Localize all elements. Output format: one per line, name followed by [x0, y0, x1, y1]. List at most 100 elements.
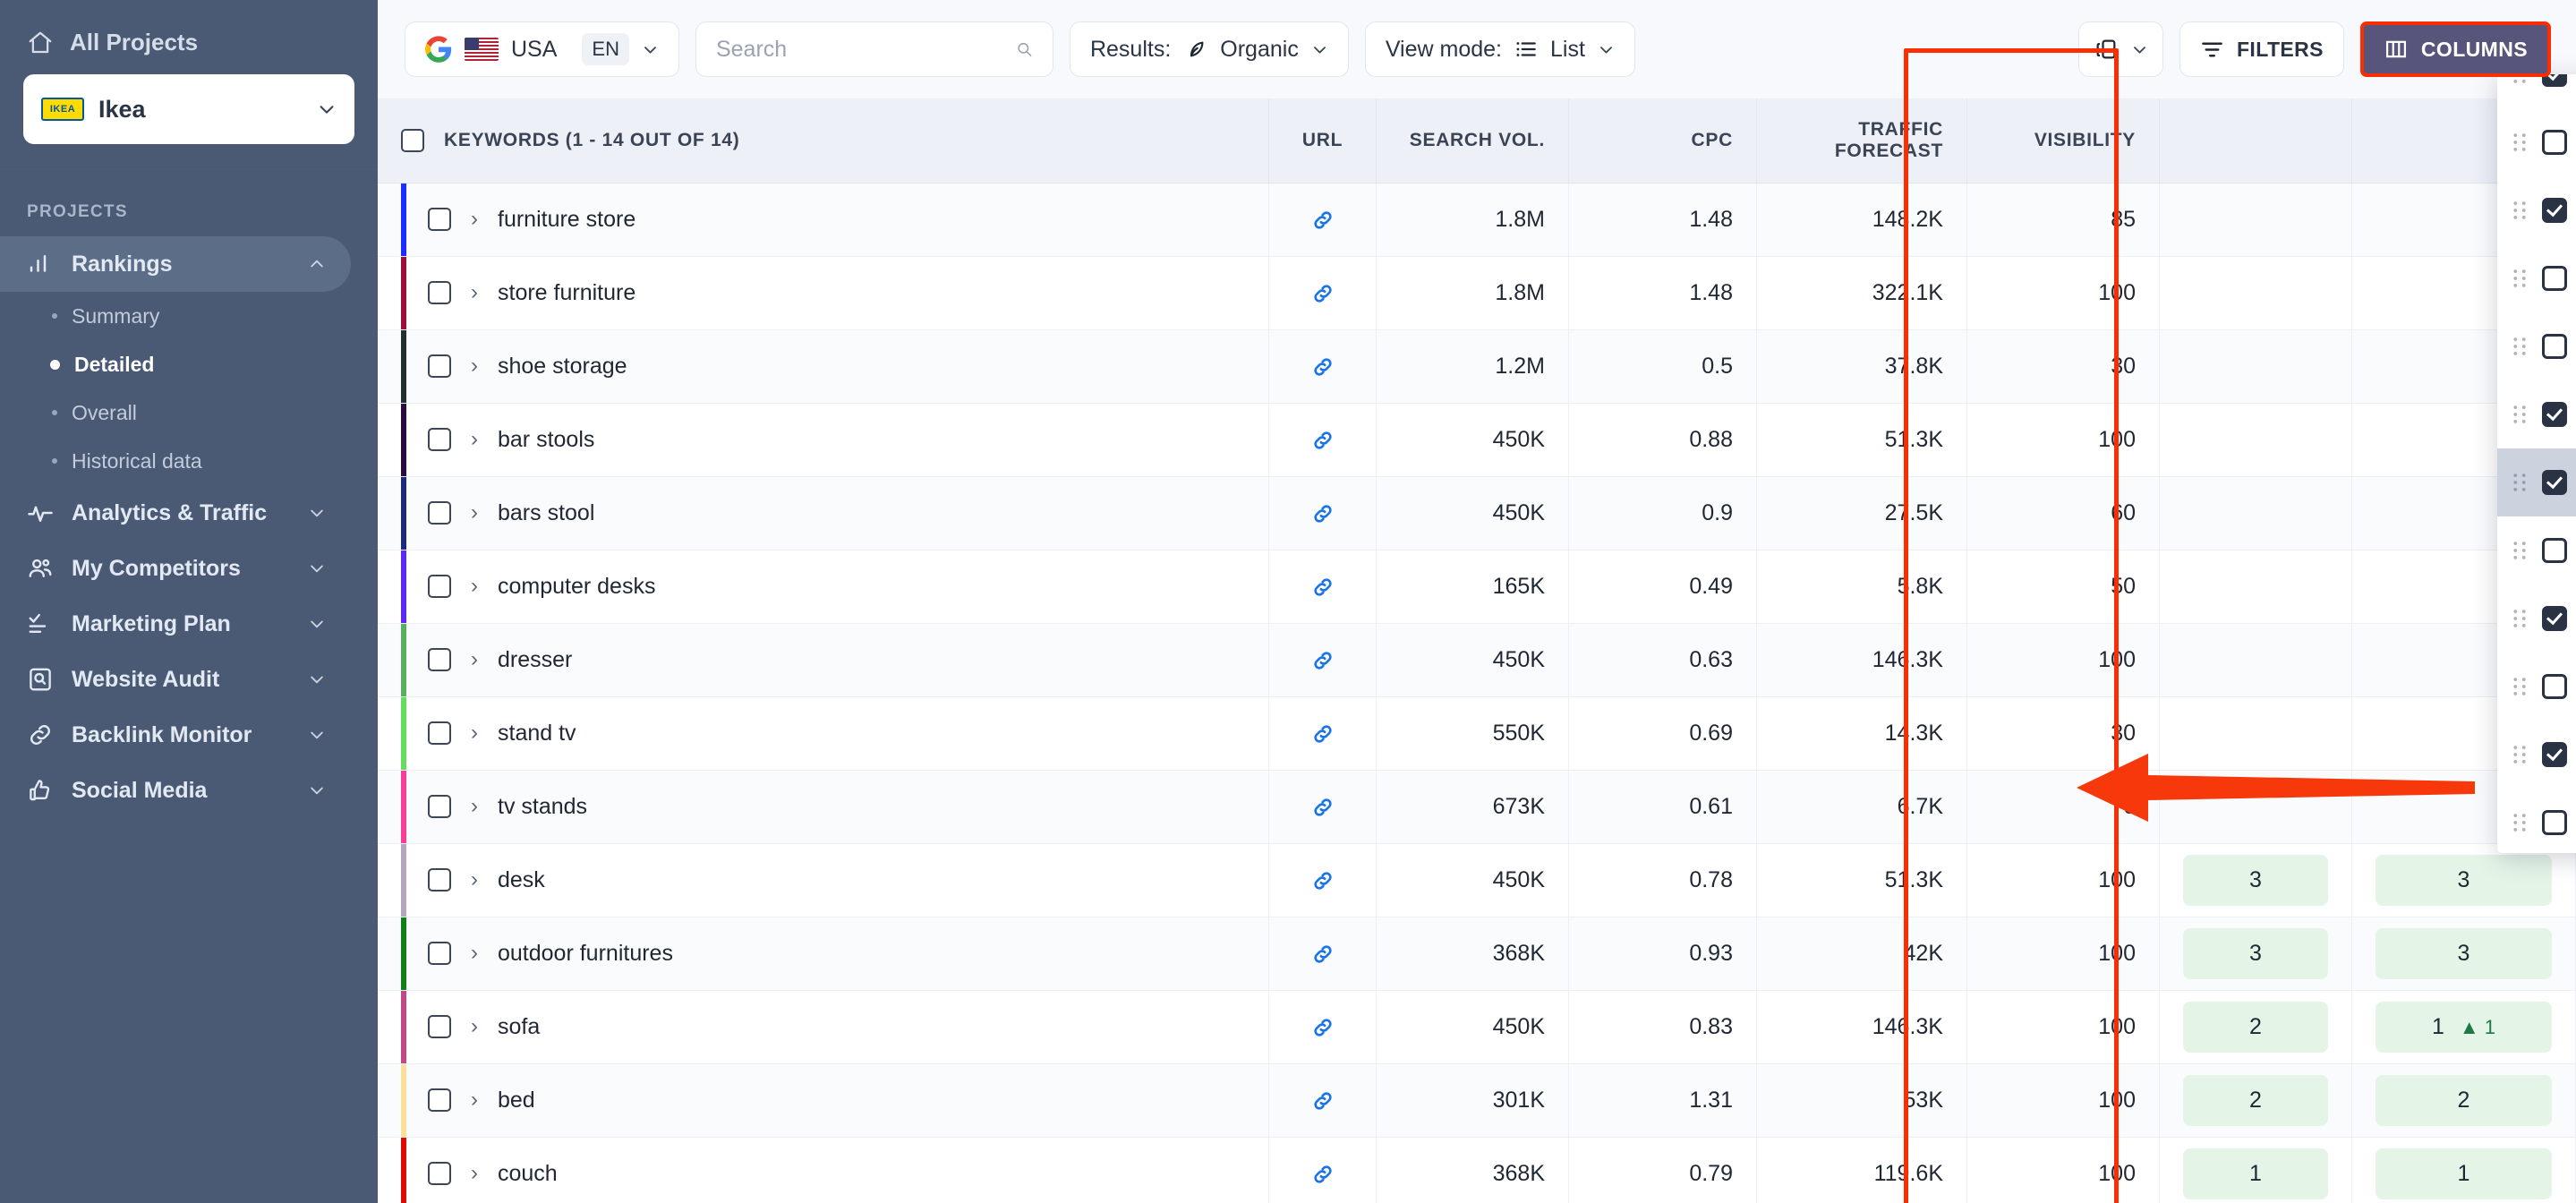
header-traffic-forecast[interactable]: TRAFFIC FORECAST — [1756, 98, 1967, 183]
url-link-icon[interactable] — [1311, 282, 1335, 305]
row-checkbox[interactable] — [428, 942, 451, 965]
column-option-cpc[interactable]: CPCi — [2497, 448, 2576, 516]
cell-url[interactable] — [1268, 843, 1377, 917]
view-mode-selector[interactable]: View mode: List — [1364, 21, 1635, 77]
sidebar-subitem-overall[interactable]: Overall — [0, 388, 378, 437]
url-link-icon[interactable] — [1311, 1089, 1335, 1113]
cell-url[interactable] — [1268, 550, 1377, 624]
drag-handle-icon[interactable] — [2512, 405, 2528, 424]
sidebar-subitem-historical-data[interactable]: Historical data — [0, 437, 378, 485]
sidebar-item-backlink-monitor[interactable]: Backlink Monitor — [0, 707, 351, 763]
header-search-vol[interactable]: SEARCH VOL. — [1376, 98, 1569, 183]
table-row[interactable]: › outdoor furnitures 368K 0.93 42K 100 3 3 — [378, 917, 2576, 991]
url-link-icon[interactable] — [1311, 355, 1335, 379]
column-checkbox[interactable] — [2542, 402, 2567, 427]
cell-url[interactable] — [1268, 770, 1377, 844]
drag-handle-icon[interactable] — [2512, 337, 2528, 356]
cell-url[interactable] — [1268, 1137, 1377, 1203]
row-checkbox[interactable] — [428, 428, 451, 451]
row-checkbox[interactable] — [428, 354, 451, 378]
table-row[interactable]: › computer desks 165K 0.49 5.8K 50 — [378, 550, 2576, 624]
column-checkbox[interactable] — [2542, 538, 2567, 563]
device-selector-button[interactable] — [2077, 21, 2163, 77]
drag-handle-icon[interactable] — [2512, 200, 2528, 220]
drag-handle-icon[interactable] — [2512, 745, 2528, 764]
header-cpc[interactable]: CPC — [1568, 98, 1757, 183]
row-checkbox[interactable] — [428, 1162, 451, 1185]
expand-row-icon[interactable]: › — [471, 867, 478, 892]
search-box[interactable] — [695, 21, 1053, 77]
column-option-competition[interactable]: Competition — [2497, 380, 2576, 448]
table-row[interactable]: › shoe storage 1.2M 0.5 37.8K 30 — [378, 329, 2576, 404]
sidebar-item-social-media[interactable]: Social Media — [0, 763, 351, 818]
column-option-visibility[interactable]: Visibility — [2497, 721, 2576, 789]
expand-row-icon[interactable]: › — [471, 574, 478, 599]
column-checkbox[interactable] — [2542, 266, 2567, 291]
url-link-icon[interactable] — [1311, 869, 1335, 892]
project-selector[interactable]: IKEA Ikea — [23, 74, 354, 144]
column-option-dynamics[interactable]: Dynamics — [2497, 653, 2576, 721]
table-row[interactable]: › dresser 450K 0.63 146.3K 100 — [378, 623, 2576, 697]
expand-row-icon[interactable]: › — [471, 794, 478, 819]
header-keywords[interactable]: KEYWORDS (1 - 14 OUT OF 14) — [378, 98, 1269, 183]
table-row[interactable]: › desk 450K 0.78 51.3K 100 3 3 — [378, 843, 2576, 917]
drag-handle-icon[interactable] — [2512, 473, 2528, 492]
expand-row-icon[interactable]: › — [471, 647, 478, 672]
sidebar-item-rankings[interactable]: Rankings — [0, 236, 351, 292]
column-checkbox[interactable] — [2542, 606, 2567, 631]
column-option-notes[interactable]: Notes — [2497, 789, 2576, 853]
expand-row-icon[interactable]: › — [471, 207, 478, 232]
row-checkbox[interactable] — [428, 575, 451, 598]
row-checkbox[interactable] — [428, 868, 451, 892]
drag-handle-icon[interactable] — [2512, 677, 2528, 696]
url-link-icon[interactable] — [1311, 796, 1335, 819]
select-all-checkbox[interactable] — [401, 128, 424, 152]
cell-url[interactable] — [1268, 256, 1377, 330]
row-checkbox[interactable] — [428, 795, 451, 818]
column-checkbox[interactable] — [2542, 470, 2567, 495]
row-checkbox[interactable] — [428, 281, 451, 304]
expand-row-icon[interactable]: › — [471, 354, 478, 379]
columns-button[interactable]: COLUMNS — [2359, 21, 2551, 77]
drag-handle-icon[interactable] — [2512, 609, 2528, 628]
row-checkbox[interactable] — [428, 1088, 451, 1112]
expand-row-icon[interactable]: › — [471, 1014, 478, 1039]
search-engine-country-selector[interactable]: USA EN — [405, 21, 679, 77]
expand-row-icon[interactable]: › — [471, 941, 478, 966]
row-checkbox[interactable] — [428, 501, 451, 525]
expand-row-icon[interactable]: › — [471, 1088, 478, 1113]
url-link-icon[interactable] — [1311, 1163, 1335, 1186]
cell-url[interactable] — [1268, 990, 1377, 1064]
results-selector[interactable]: Results: Organic — [1069, 21, 1349, 77]
expand-row-icon[interactable]: › — [471, 1161, 478, 1186]
url-link-icon[interactable] — [1311, 722, 1335, 746]
cell-url[interactable] — [1268, 1063, 1377, 1138]
column-option-traffic-forecast[interactable]: Traffic Forecast — [2497, 584, 2576, 653]
url-link-icon[interactable] — [1311, 576, 1335, 599]
row-checkbox[interactable] — [428, 648, 451, 671]
column-option-results[interactable]: Results — [2497, 516, 2576, 584]
drag-handle-icon[interactable] — [2512, 132, 2528, 152]
drag-handle-icon[interactable] — [2512, 269, 2528, 288]
cell-url[interactable] — [1268, 403, 1377, 477]
row-checkbox[interactable] — [428, 208, 451, 231]
sidebar-item-marketing-plan[interactable]: Marketing Plan — [0, 596, 351, 652]
expand-row-icon[interactable]: › — [471, 500, 478, 525]
table-row[interactable]: › bar stools 450K 0.88 51.3K 100 — [378, 403, 2576, 477]
sidebar-item-website-audit[interactable]: Website Audit — [0, 652, 351, 707]
cell-url[interactable] — [1268, 696, 1377, 771]
cell-url[interactable] — [1268, 476, 1377, 550]
column-option-date-added[interactable]: Date added — [2497, 312, 2576, 380]
search-icon[interactable] — [1016, 38, 1033, 61]
sidebar-item-analytics-traffic[interactable]: Analytics & Traffic — [0, 485, 351, 541]
table-row[interactable]: › furniture store 1.8M 1.48 148.2K 85 — [378, 183, 2576, 257]
table-row[interactable]: › sofa 450K 0.83 146.3K 100 2 1 ▲ 1 — [378, 990, 2576, 1064]
language-chip[interactable]: EN — [582, 33, 629, 65]
table-row[interactable]: › bed 301K 1.31 53K 100 2 2 — [378, 1063, 2576, 1138]
column-checkbox[interactable] — [2542, 810, 2567, 835]
header-visibility[interactable]: VISIBILITY — [1966, 98, 2160, 183]
url-link-icon[interactable] — [1311, 1016, 1335, 1039]
all-projects-link[interactable]: All Projects — [23, 18, 354, 74]
sidebar-item-my-competitors[interactable]: My Competitors — [0, 541, 351, 596]
url-link-icon[interactable] — [1311, 502, 1335, 525]
